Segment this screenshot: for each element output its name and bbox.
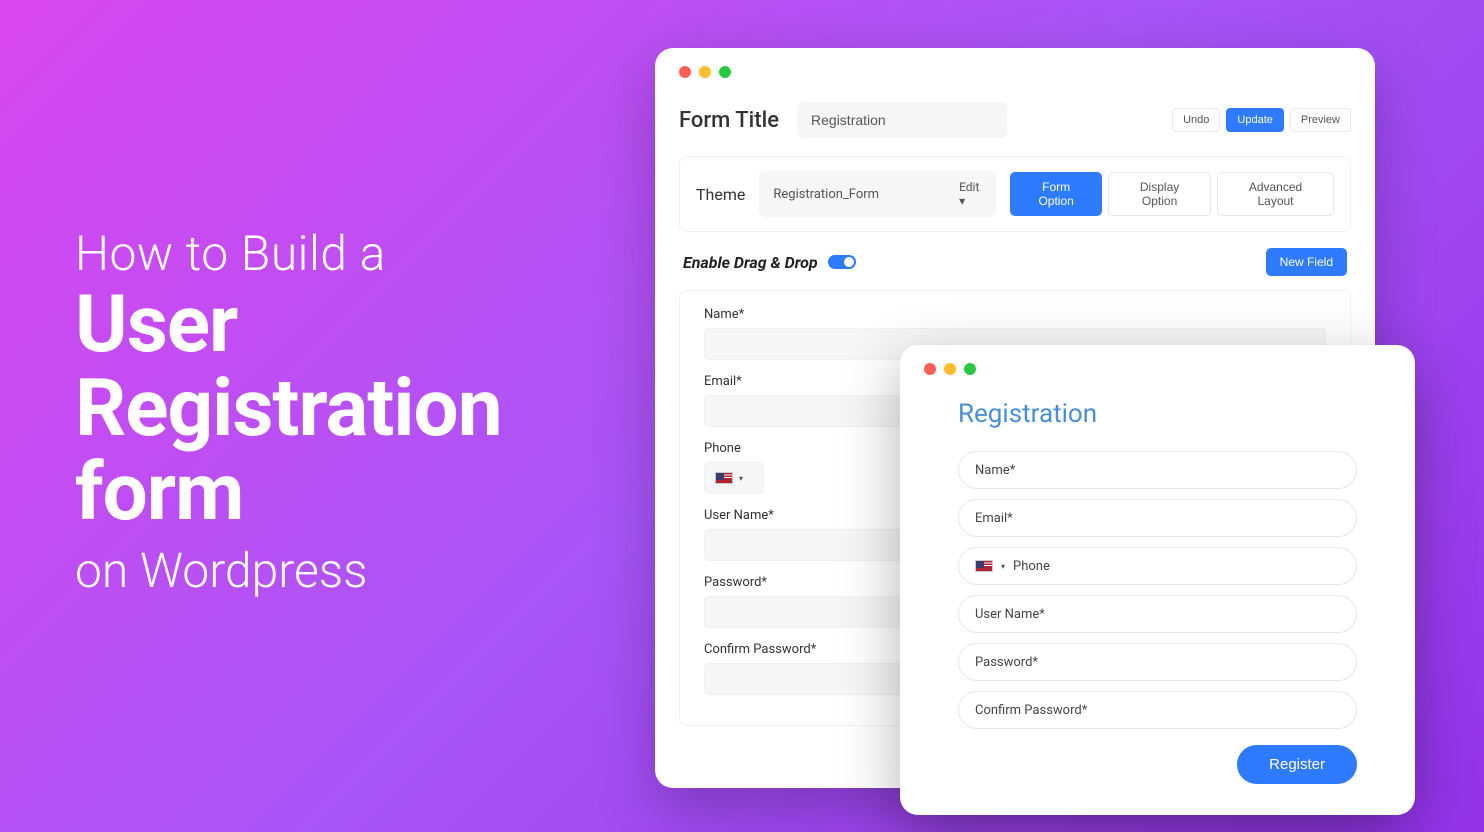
chevron-down-icon: ▾ bbox=[959, 194, 965, 208]
preview-input-name[interactable]: Name* bbox=[958, 451, 1357, 489]
us-flag-icon bbox=[715, 472, 733, 484]
preview-input-phone[interactable]: ▾ Phone bbox=[958, 547, 1357, 585]
close-icon[interactable] bbox=[924, 363, 936, 375]
maximize-icon[interactable] bbox=[964, 363, 976, 375]
tab-advanced-layout[interactable]: Advanced Layout bbox=[1217, 172, 1334, 216]
preview-input-email[interactable]: Email* bbox=[958, 499, 1357, 537]
tab-display-option[interactable]: Display Option bbox=[1108, 172, 1211, 216]
headline: How to Build a UserRegistrationform on W… bbox=[75, 225, 502, 599]
form-title-label: Form Title bbox=[679, 108, 779, 133]
us-flag-icon bbox=[975, 560, 993, 572]
field-label: Name* bbox=[704, 307, 1326, 322]
drag-drop-label: Enable Drag & Drop bbox=[683, 253, 818, 272]
preview-input-username[interactable]: User Name* bbox=[958, 595, 1357, 633]
close-icon[interactable] bbox=[679, 66, 691, 78]
phone-country-select[interactable]: ▾ bbox=[704, 462, 764, 494]
preview-window: Registration Name* Email* ▾ Phone User N… bbox=[900, 345, 1415, 815]
theme-panel: Theme Registration_Form Edit ▾ Form Opti… bbox=[679, 156, 1351, 232]
preview-input-confirm-password[interactable]: Confirm Password* bbox=[958, 691, 1357, 729]
traffic-lights bbox=[679, 66, 1351, 78]
headline-line3: on Wordpress bbox=[75, 542, 502, 599]
preview-fields: Name* Email* ▾ Phone User Name* Password… bbox=[924, 451, 1391, 729]
maximize-icon[interactable] bbox=[719, 66, 731, 78]
theme-value: Registration_Form bbox=[773, 187, 879, 202]
headline-line2: UserRegistrationform bbox=[75, 282, 502, 534]
theme-label: Theme bbox=[696, 185, 745, 204]
register-button[interactable]: Register bbox=[1237, 745, 1357, 784]
headline-line1: How to Build a bbox=[75, 225, 502, 282]
preview-input-password[interactable]: Password* bbox=[958, 643, 1357, 681]
undo-button[interactable]: Undo bbox=[1172, 108, 1220, 132]
minimize-icon[interactable] bbox=[944, 363, 956, 375]
theme-edit-dropdown[interactable]: Edit ▾ bbox=[959, 180, 982, 208]
tab-form-option[interactable]: Form Option bbox=[1010, 172, 1102, 216]
preview-button[interactable]: Preview bbox=[1290, 108, 1351, 132]
preview-title: Registration bbox=[958, 399, 1391, 429]
form-title-row: Form Title Undo Update Preview bbox=[679, 102, 1351, 138]
minimize-icon[interactable] bbox=[699, 66, 711, 78]
update-button[interactable]: Update bbox=[1226, 108, 1283, 132]
form-title-input[interactable] bbox=[797, 102, 1007, 138]
chevron-down-icon: ▾ bbox=[739, 474, 743, 483]
drag-drop-toggle[interactable] bbox=[828, 255, 856, 269]
chevron-down-icon: ▾ bbox=[1001, 562, 1005, 571]
new-field-button[interactable]: New Field bbox=[1266, 248, 1347, 276]
theme-select[interactable]: Registration_Form Edit ▾ bbox=[759, 171, 996, 217]
traffic-lights bbox=[924, 363, 1391, 375]
drag-drop-row: Enable Drag & Drop New Field bbox=[679, 248, 1351, 290]
